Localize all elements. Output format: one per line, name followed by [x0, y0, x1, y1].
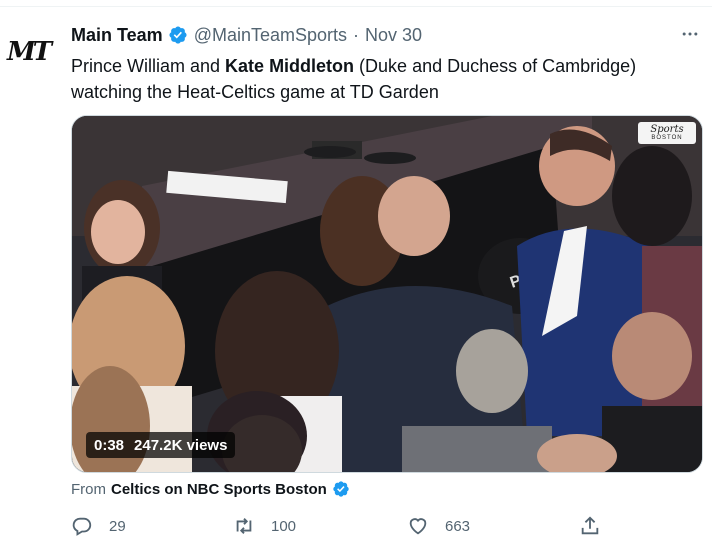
broadcaster-logo: Sports BOSTON: [638, 122, 696, 144]
display-name[interactable]: Main Team: [71, 25, 163, 46]
divider: [0, 6, 712, 7]
video-duration: 0:38: [94, 436, 125, 454]
source-prefix: From: [71, 480, 106, 498]
video-frame: Putna: [72, 116, 702, 472]
user-handle[interactable]: @MainTeamSports: [194, 25, 347, 46]
avatar[interactable]: MT: [7, 32, 52, 72]
share-icon: [581, 516, 599, 535]
share-button[interactable]: [579, 510, 601, 542]
tweet-text-bold: Kate Middleton: [225, 56, 355, 76]
video-player[interactable]: Putna Sports BO: [71, 115, 703, 473]
tweet-header: Main Team @MainTeamSports · Nov 30: [71, 24, 422, 46]
reply-button[interactable]: 29: [71, 510, 126, 542]
video-source: From Celtics on NBC Sports Boston: [71, 478, 350, 500]
retweet-count: 100: [271, 517, 297, 535]
verified-badge-icon: [333, 481, 349, 497]
reply-icon: [72, 517, 92, 536]
reply-count: 29: [109, 517, 126, 535]
broadcaster-logo-line2: BOSTON: [651, 135, 683, 141]
like-button[interactable]: 663: [407, 510, 470, 542]
more-options-button[interactable]: [676, 20, 704, 48]
verified-badge-icon: [169, 26, 187, 44]
source-name[interactable]: Celtics on NBC Sports Boston: [111, 481, 327, 498]
broadcaster-logo-line1: Sports: [650, 124, 684, 135]
more-icon: [682, 32, 698, 36]
retweet-button[interactable]: 100: [233, 510, 296, 542]
video-views: 247.2K views: [134, 436, 228, 454]
tweet-text: Prince William and Kate Middleton (Duke …: [71, 53, 691, 105]
video-stats-badge: 0:38 247.2K views: [86, 432, 236, 458]
retweet-icon: [236, 518, 252, 534]
separator-dot: ·: [353, 24, 360, 45]
tweet-text-part: Prince William and: [71, 56, 226, 76]
like-count: 663: [445, 517, 471, 535]
like-icon: [409, 518, 427, 535]
tweet-date[interactable]: Nov 30: [365, 25, 422, 46]
tweet-actions: 29 100 663: [71, 510, 701, 542]
